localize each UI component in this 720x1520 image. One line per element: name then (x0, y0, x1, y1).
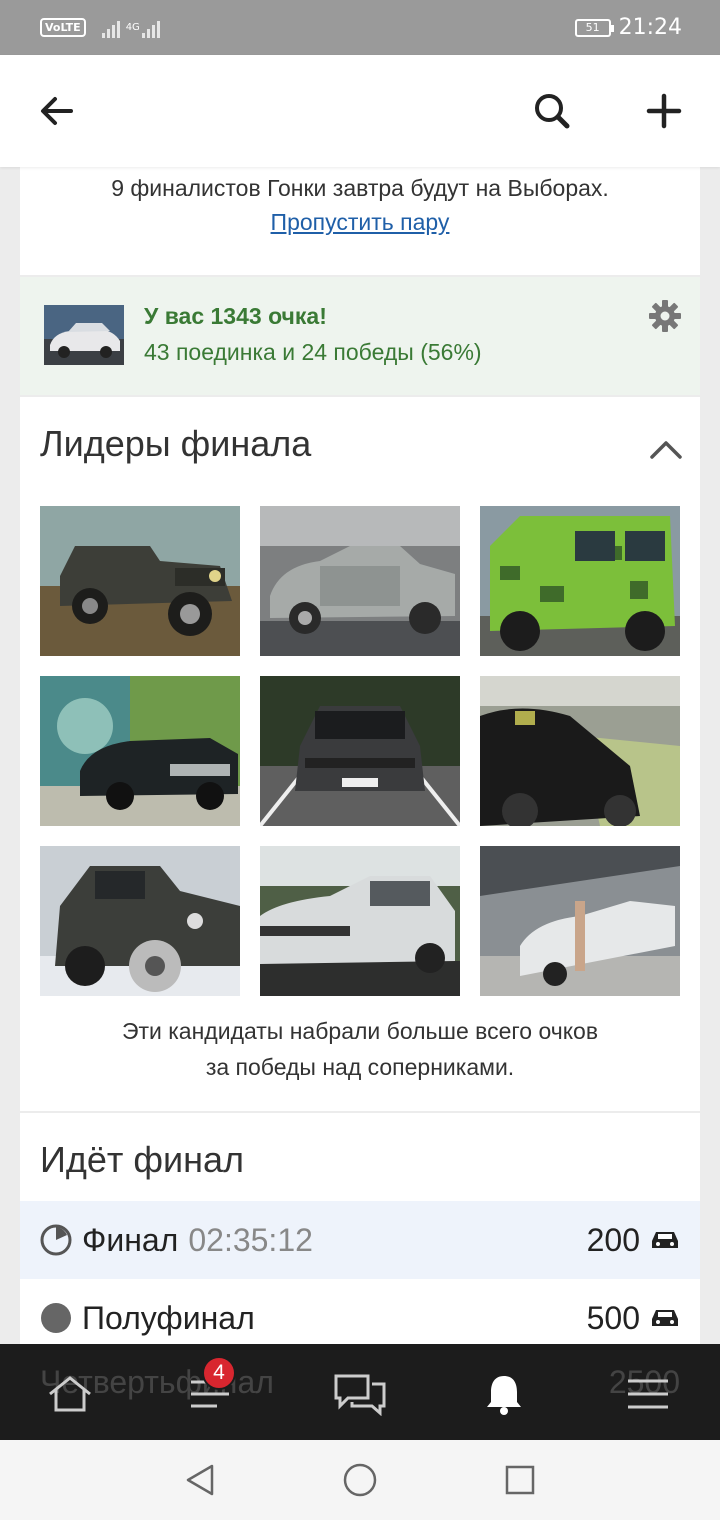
search-button[interactable] (524, 83, 580, 139)
leaders-caption: Эти кандидаты набрали больше всего очков… (20, 1013, 700, 1085)
leader-photo-volga-graffiti[interactable] (40, 676, 240, 826)
battery-level: 51 (585, 21, 600, 34)
leader-photo-lada-niva[interactable] (40, 846, 240, 996)
leader-photo-white-sedan-bridge[interactable] (480, 846, 680, 996)
leader-photo-bmw-front[interactable] (260, 676, 460, 826)
leader-photo-camo-van[interactable] (480, 506, 680, 656)
plus-icon (646, 93, 682, 129)
leaders-card: Лидеры финала Эти кандидаты набрали боль… (20, 397, 700, 1111)
signal-icon (101, 18, 120, 38)
car-icon (652, 1310, 678, 1326)
final-title: Идёт финал (40, 1139, 245, 1180)
recents-square-icon (505, 1465, 535, 1495)
home-circle-icon (343, 1463, 377, 1497)
messages-icon (334, 1374, 386, 1416)
nav-messages[interactable] (332, 1368, 388, 1420)
leader-photo-black-hatchback[interactable] (480, 676, 680, 826)
menu-icon (628, 1379, 668, 1409)
back-triangle-icon (186, 1464, 214, 1496)
caption-line-2: за победы над соперниками. (205, 1054, 515, 1080)
leader-photo-uaz-jeep[interactable] (40, 506, 240, 656)
round-value: 500 (586, 1299, 640, 1336)
network-type: 4G (125, 21, 140, 33)
arrow-left-icon (41, 97, 73, 125)
round-label: Финал (82, 1221, 179, 1258)
skip-pair-link[interactable]: Пропустить пару (20, 209, 700, 236)
settings-button[interactable] (648, 299, 682, 333)
duel-stats: 43 поединка и 24 победы (56%) (144, 339, 482, 365)
announcement-text: 9 финалистов Гонки завтра будут на Выбор… (111, 175, 609, 201)
announcement-card: 9 финалистов Гонки завтра будут на Выбор… (20, 167, 700, 275)
round-row-final[interactable]: Финал 02:35:12 200 (20, 1201, 700, 1279)
circle-status-icon (41, 1303, 71, 1333)
system-navigation (0, 1440, 720, 1520)
car-icon (652, 1232, 678, 1248)
system-home-button[interactable] (340, 1460, 380, 1500)
points-text: У вас 1343 очка! (144, 303, 327, 329)
app-bar (0, 55, 720, 167)
status-bar: VoLTE 4G 51 21:24 (0, 0, 720, 55)
home-icon (49, 1376, 91, 1412)
bottom-navigation: Четвертьфинал 2500 4 (0, 1344, 720, 1440)
signal-icon-2 (141, 18, 160, 38)
score-card: У вас 1343 очка! 43 поединка и 24 победы… (20, 277, 700, 395)
round-value: 200 (586, 1221, 640, 1258)
user-car-thumbnail[interactable] (44, 305, 124, 365)
round-timer: 02:35:12 (188, 1221, 313, 1258)
leaders-title: Лидеры финала (40, 423, 312, 464)
system-back-button[interactable] (180, 1460, 220, 1500)
back-button[interactable] (28, 83, 84, 139)
round-label: Полуфинал (82, 1299, 255, 1336)
gear-icon (649, 300, 681, 332)
leader-photo-volga-garage[interactable] (260, 506, 460, 656)
add-button[interactable] (636, 83, 692, 139)
volte-indicator: VoLTE (40, 18, 86, 37)
battery-icon: 51 (574, 18, 614, 37)
search-icon (535, 94, 570, 129)
notifications-icon (487, 1376, 521, 1415)
clock: 21:24 (618, 15, 682, 40)
nav-menu[interactable] (620, 1368, 676, 1420)
round-row-semifinal[interactable]: Полуфинал 500 (20, 1279, 700, 1344)
nav-home[interactable] (42, 1368, 98, 1420)
leader-photo-vw-passat[interactable] (260, 846, 460, 996)
nav-notifications[interactable] (476, 1368, 532, 1420)
final-card: Идёт финал Финал 02:35:12 200 Полуфинал … (20, 1113, 700, 1344)
caption-line-1: Эти кандидаты набрали больше всего очков (121, 1018, 599, 1044)
pie-timer-icon (40, 1224, 72, 1256)
system-recents-button[interactable] (500, 1460, 540, 1500)
content-scroll[interactable]: 9 финалистов Гонки завтра будут на Выбор… (0, 167, 720, 1344)
nav-feed[interactable]: 4 (182, 1356, 238, 1420)
collapse-button[interactable] (646, 429, 686, 469)
chevron-up-icon (650, 441, 682, 459)
feed-badge: 4 (202, 1356, 236, 1390)
